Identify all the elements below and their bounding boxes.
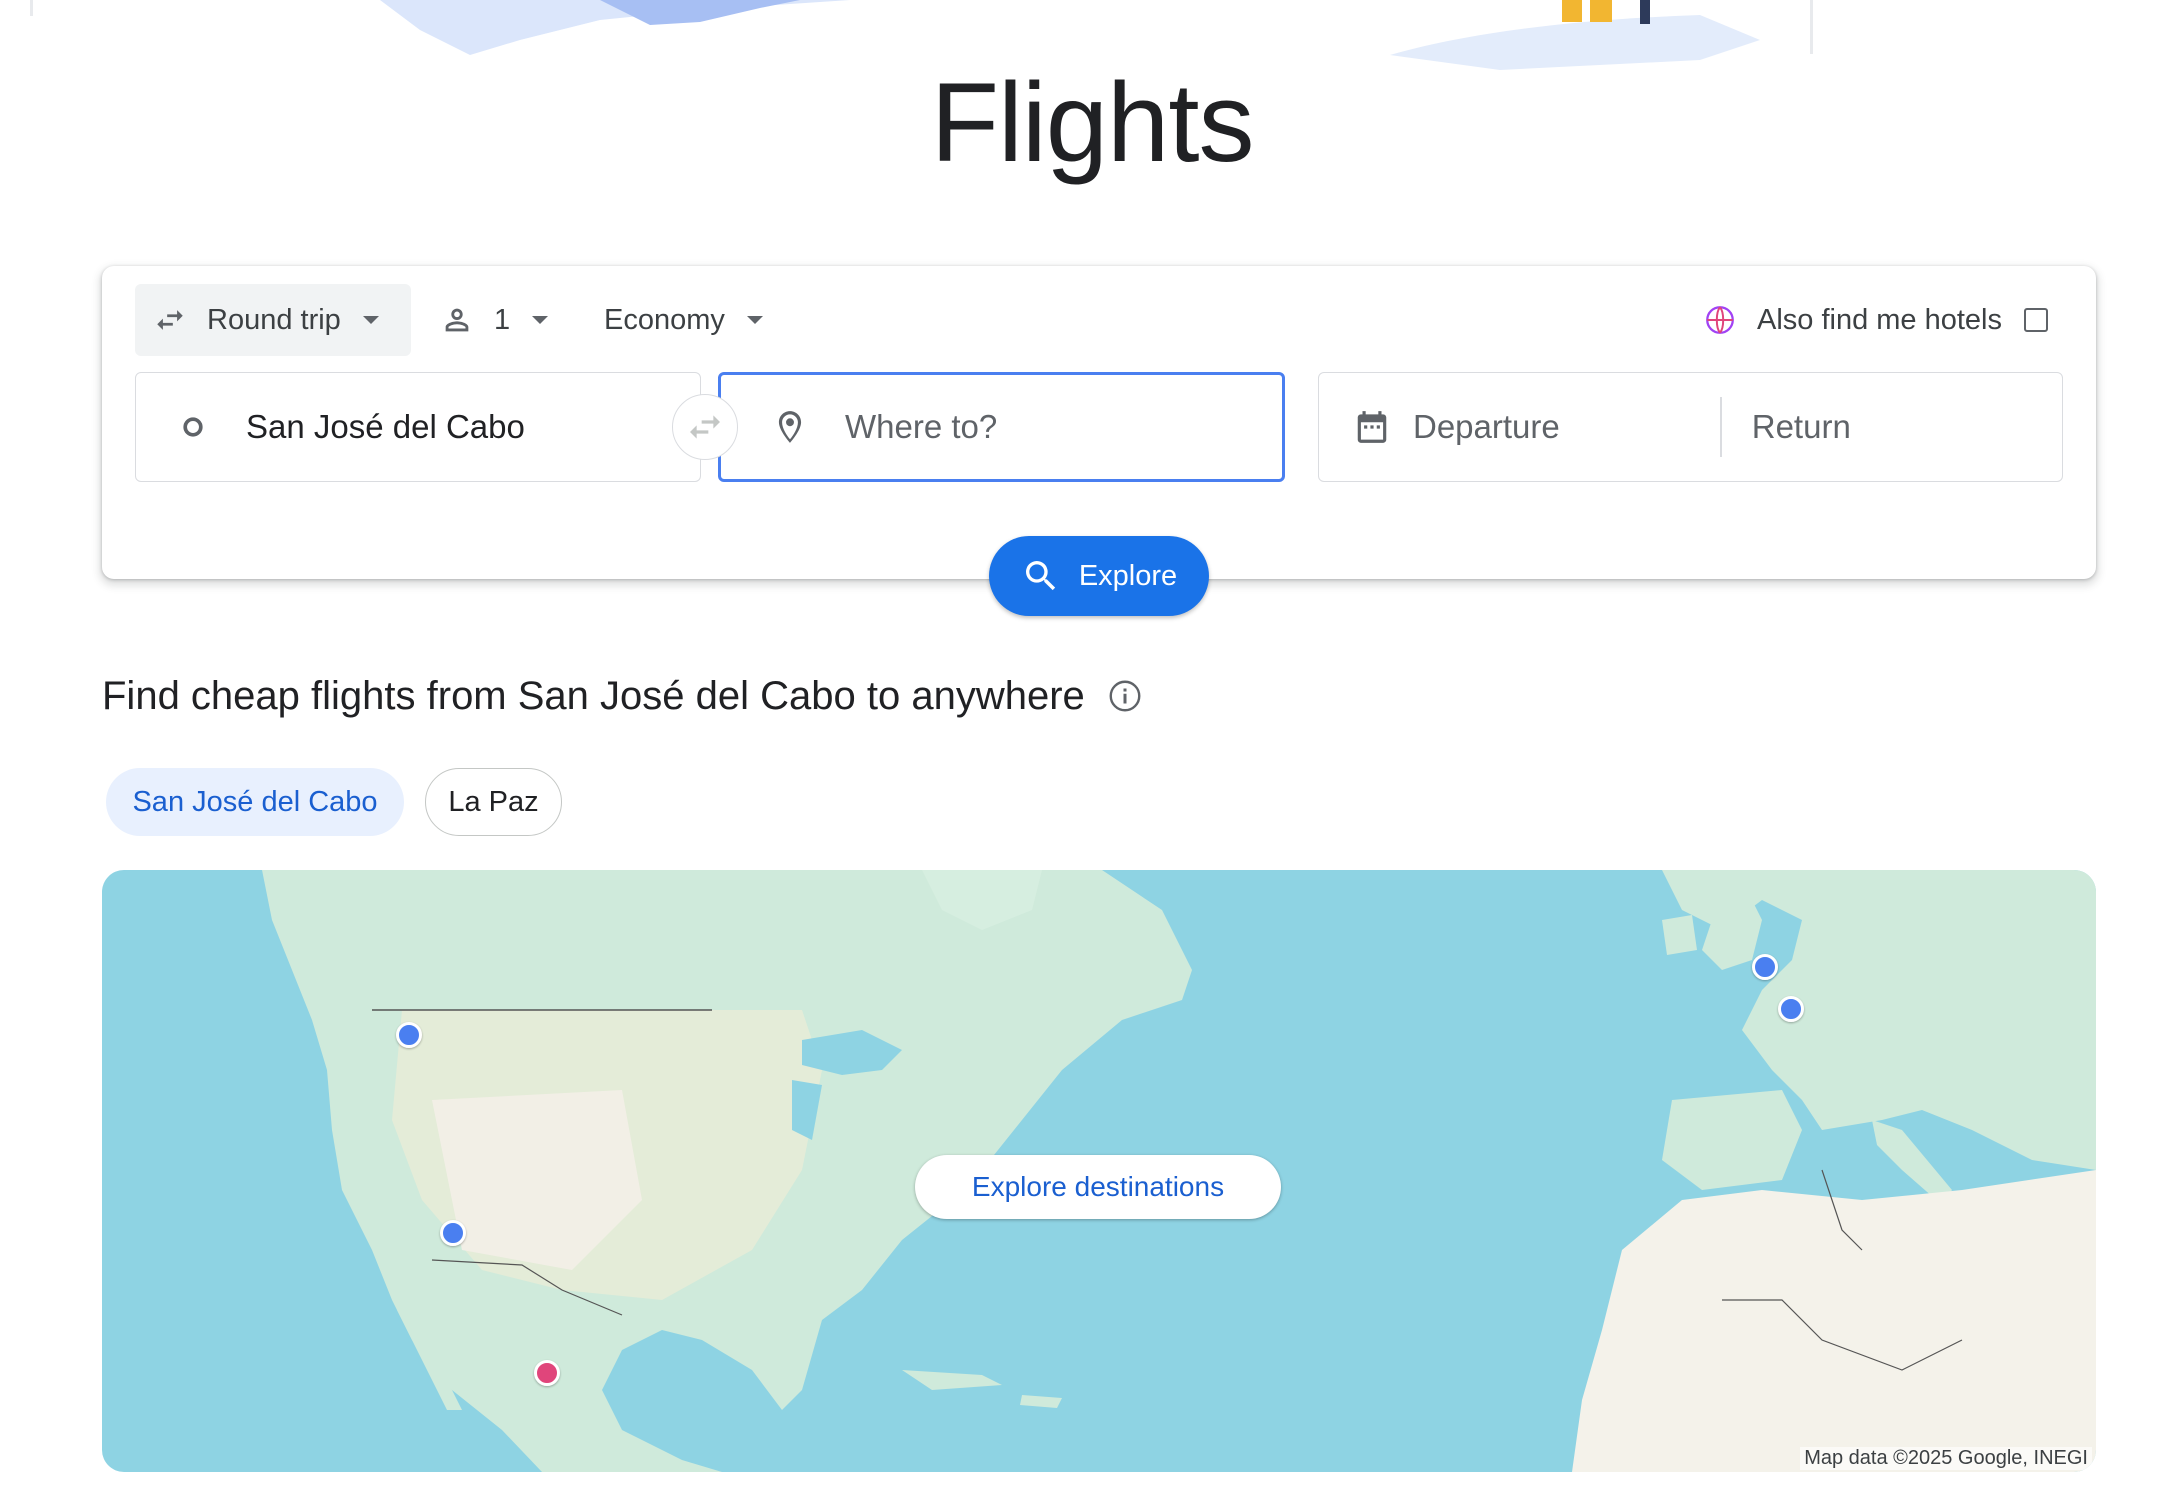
- section-heading: Find cheap flights from San José del Cab…: [102, 668, 1143, 724]
- calendar-icon: [1357, 411, 1387, 443]
- swap-arrows-icon: [157, 310, 183, 330]
- map-marker[interactable]: [1752, 954, 1778, 980]
- destination-placeholder: Where to?: [845, 408, 998, 445]
- chevron-down-icon: [746, 316, 763, 324]
- destination-field[interactable]: Where to?: [718, 372, 1285, 482]
- origin-circle-icon: [183, 417, 203, 437]
- passengers-select[interactable]: 1: [432, 284, 572, 356]
- cabin-class-label: Economy: [604, 303, 725, 336]
- origin-field[interactable]: San José del Cabo: [135, 372, 701, 482]
- map-marker[interactable]: [1778, 996, 1804, 1022]
- hotels-checkbox[interactable]: [2024, 308, 2048, 332]
- map-marker[interactable]: [440, 1220, 466, 1246]
- flight-search-card: Round trip 1 Economy Also find me hotels…: [102, 266, 2096, 579]
- dates-field[interactable]: Departure Return: [1318, 372, 2063, 482]
- trip-type-label: Round trip: [207, 303, 341, 336]
- swap-arrows-icon: [690, 415, 720, 439]
- departure-input[interactable]: Departure: [1413, 408, 1560, 446]
- date-divider: [1719, 397, 1722, 457]
- page-title: Flights: [930, 60, 1255, 185]
- hotels-label: Also find me hotels: [1756, 303, 2002, 336]
- search-icon: [1025, 561, 1055, 591]
- section-title-text: Find cheap flights from San José del Cab…: [102, 674, 1085, 718]
- trip-type-select[interactable]: Round trip: [135, 284, 411, 356]
- location-pin-icon: [778, 411, 802, 443]
- origin-value: San José del Cabo: [246, 408, 525, 445]
- origin-map-marker[interactable]: [534, 1360, 560, 1386]
- chevron-down-icon: [362, 316, 379, 324]
- chevron-down-icon: [532, 316, 549, 324]
- destinations-map[interactable]: Explore destinations Map data ©2025 Goog…: [102, 870, 2096, 1472]
- info-icon[interactable]: [1107, 678, 1143, 714]
- explore-destinations-button[interactable]: Explore destinations: [915, 1155, 1281, 1219]
- map-credit: Map data ©2025 Google, INEGI: [1800, 1447, 2092, 1470]
- person-icon: [445, 308, 469, 332]
- explore-button[interactable]: Explore: [989, 536, 1209, 616]
- swap-locations-button[interactable]: [672, 394, 738, 460]
- map-marker[interactable]: [396, 1022, 422, 1048]
- chip-san-jose-del-cabo[interactable]: San José del Cabo: [106, 768, 404, 836]
- globe-hotel-icon: [1706, 306, 1734, 334]
- chip-la-paz[interactable]: La Paz: [425, 768, 562, 836]
- explore-button-label: Explore: [1078, 559, 1178, 592]
- hotels-option[interactable]: Also find me hotels: [1703, 284, 2048, 356]
- cabin-class-select[interactable]: Economy: [602, 284, 782, 356]
- passengers-count: 1: [494, 303, 511, 336]
- return-input[interactable]: Return: [1752, 408, 1851, 446]
